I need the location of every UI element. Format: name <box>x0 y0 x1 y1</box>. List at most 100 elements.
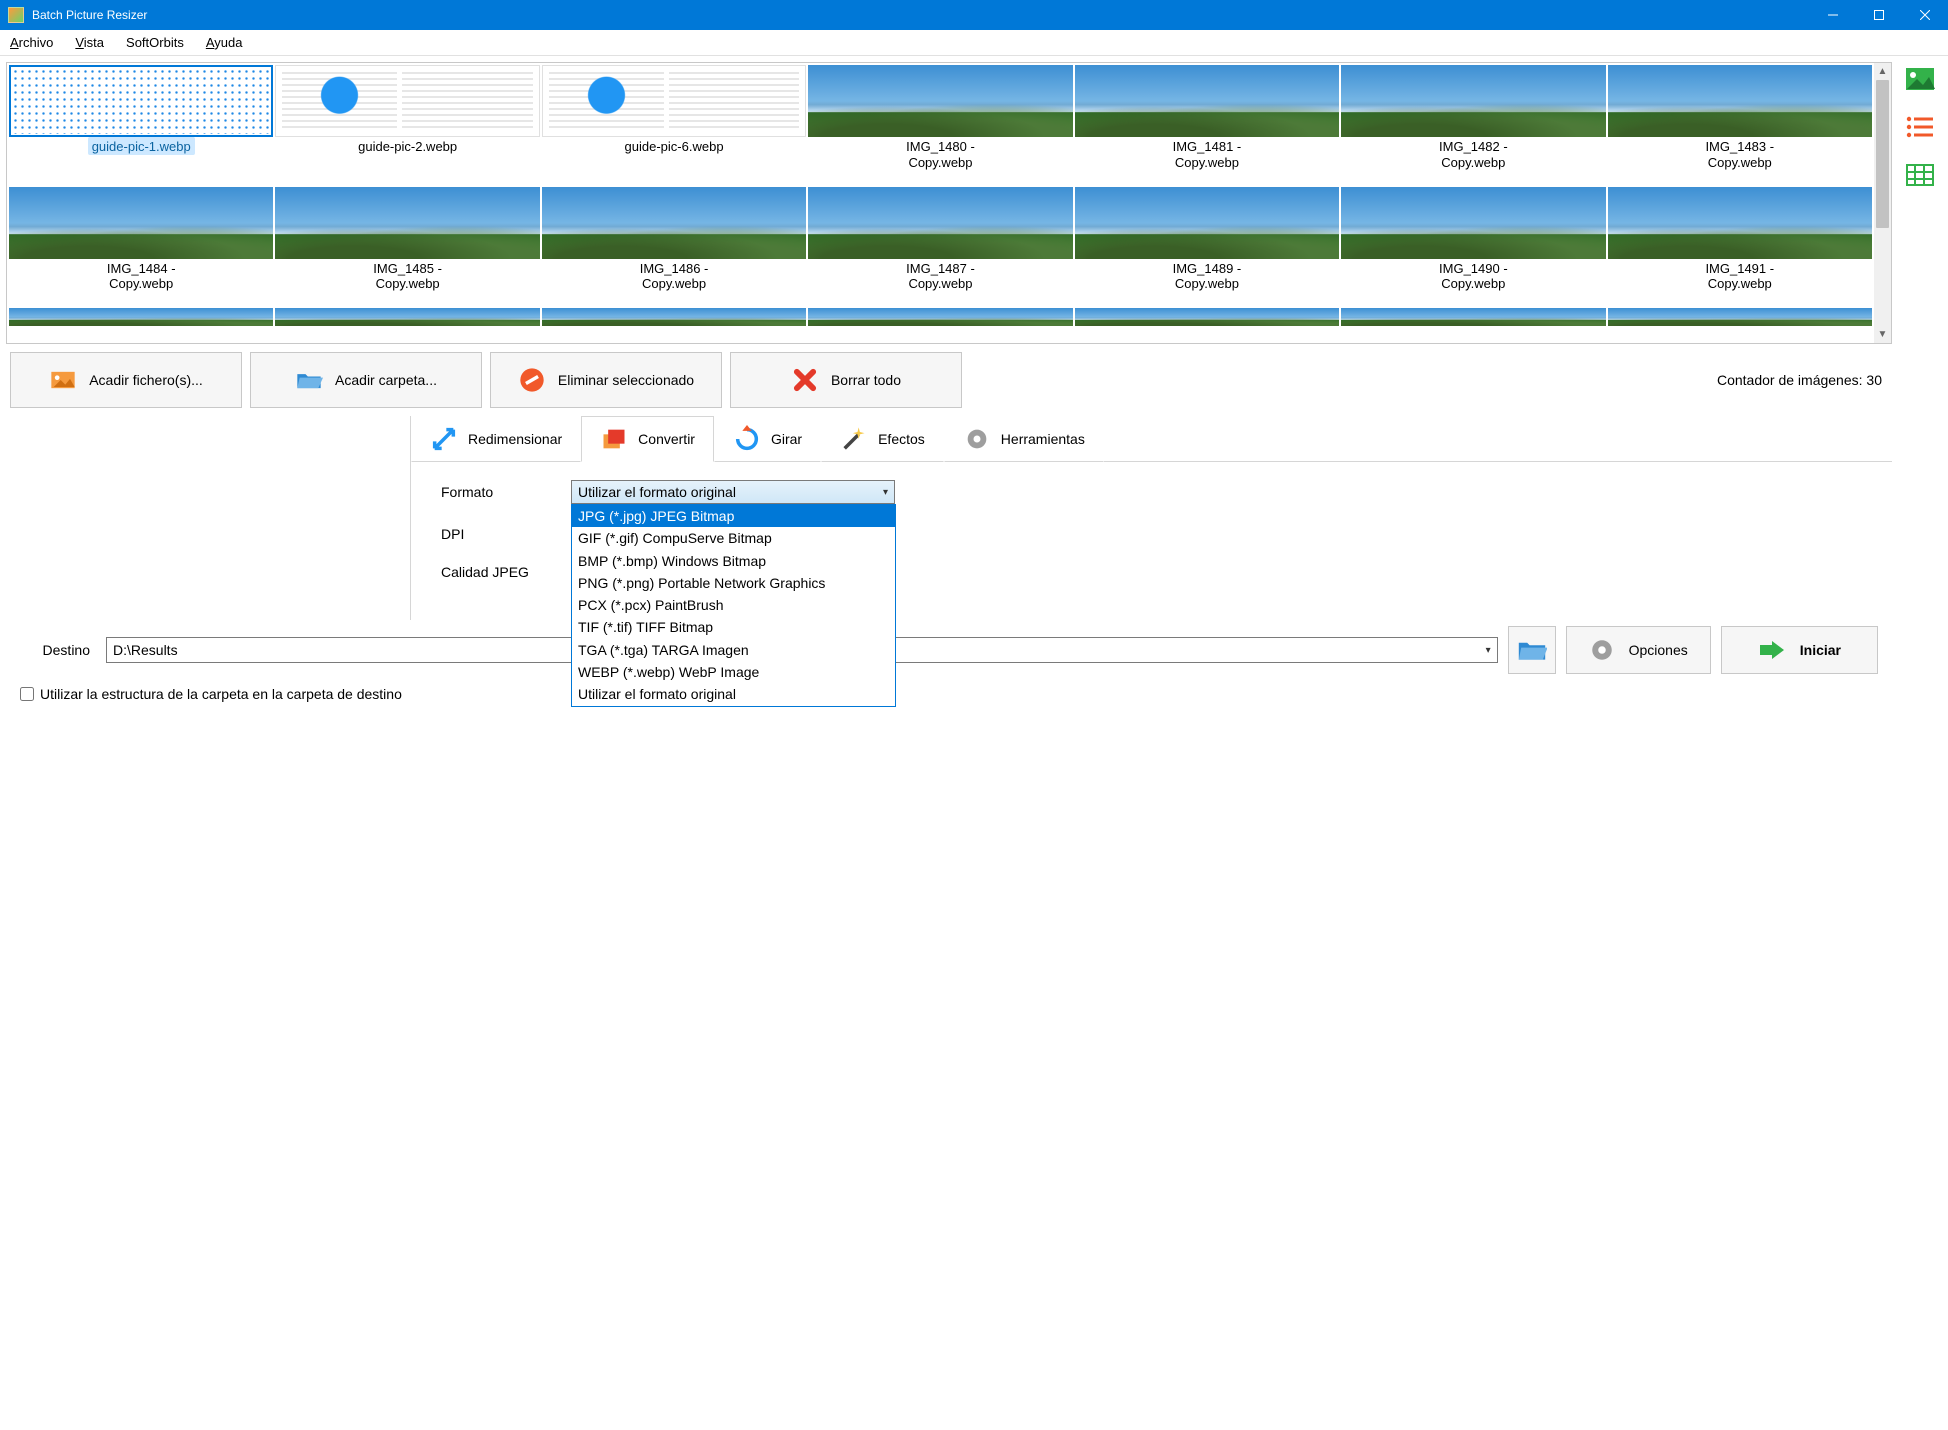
thumbnail-item[interactable] <box>9 308 273 341</box>
start-arrow-icon <box>1758 639 1786 661</box>
start-button[interactable]: Iniciar <box>1721 626 1878 674</box>
destination-value: D:\Results <box>113 642 178 658</box>
close-button[interactable] <box>1902 0 1948 30</box>
thumbnail-image <box>542 308 806 326</box>
thumbnail-image <box>275 308 539 326</box>
format-option[interactable]: GIF (*.gif) CompuServe Bitmap <box>572 527 895 549</box>
thumbnail-caption: IMG_1487 - Copy.webp <box>902 259 979 292</box>
browse-folder-button[interactable] <box>1508 626 1556 674</box>
thumbnail-item[interactable]: IMG_1485 - Copy.webp <box>275 187 539 307</box>
thumbnail-image <box>808 308 1072 326</box>
btn-label: Eliminar seleccionado <box>558 372 694 388</box>
format-dropdown[interactable]: JPG (*.jpg) JPEG BitmapGIF (*.gif) Compu… <box>571 504 896 707</box>
tab-convert[interactable]: Convertir <box>581 416 714 462</box>
view-mode-column <box>1892 56 1948 718</box>
thumbnail-item[interactable] <box>1341 308 1605 341</box>
thumbnail-image <box>542 187 806 259</box>
tab-resize[interactable]: Redimensionar <box>411 416 581 462</box>
thumbnail-item[interactable]: IMG_1487 - Copy.webp <box>808 187 1072 307</box>
tab-tools[interactable]: Herramientas <box>944 416 1104 462</box>
list-icon <box>1906 116 1934 138</box>
format-option[interactable]: TIF (*.tif) TIFF Bitmap <box>572 616 895 638</box>
thumbnail-caption: IMG_1485 - Copy.webp <box>369 259 446 292</box>
convert-panel: Formato Utilizar el formato original ▾ J… <box>411 462 1892 620</box>
image-counter: Contador de imágenes: 30 <box>1717 372 1888 388</box>
chevron-down-icon: ▾ <box>1486 645 1491 656</box>
view-grid-button[interactable] <box>1903 162 1937 188</box>
format-option[interactable]: BMP (*.bmp) Windows Bitmap <box>572 550 895 572</box>
thumbnail-item[interactable]: IMG_1486 - Copy.webp <box>542 187 806 307</box>
scroll-down-button[interactable]: ▼ <box>1874 326 1891 343</box>
convert-icon <box>600 425 628 453</box>
grid-icon <box>1906 164 1934 186</box>
thumbnail-caption: IMG_1491 - Copy.webp <box>1701 259 1778 292</box>
scroll-thumb[interactable] <box>1876 80 1889 228</box>
format-option[interactable]: TGA (*.tga) TARGA Imagen <box>572 639 895 661</box>
thumbnail-item[interactable]: guide-pic-2.webp <box>275 65 539 185</box>
btn-label: Borrar todo <box>831 372 901 388</box>
thumbnail-image <box>9 187 273 259</box>
thumbnail-panel: guide-pic-1.webpguide-pic-2.webpguide-pi… <box>6 62 1892 344</box>
menu-softorbits[interactable]: SoftOrbits <box>122 33 188 52</box>
format-option[interactable]: Utilizar el formato original <box>572 683 895 705</box>
thumbnail-image <box>1341 65 1605 137</box>
btn-label: Acadir carpeta... <box>335 372 437 388</box>
add-files-button[interactable]: Acadir fichero(s)... <box>10 352 242 408</box>
delete-selected-button[interactable]: Eliminar seleccionado <box>490 352 722 408</box>
thumbnail-grid[interactable]: guide-pic-1.webpguide-pic-2.webpguide-pi… <box>7 63 1874 343</box>
use-folder-structure-checkbox[interactable] <box>20 687 34 701</box>
menu-archivo[interactable]: Archivo <box>6 33 57 52</box>
thumbnail-item[interactable]: IMG_1480 - Copy.webp <box>808 65 1072 185</box>
gear-icon <box>963 425 991 453</box>
thumbnail-image <box>1608 308 1872 326</box>
maximize-button[interactable] <box>1856 0 1902 30</box>
format-option[interactable]: WEBP (*.webp) WebP Image <box>572 661 895 683</box>
btn-label: Acadir fichero(s)... <box>89 372 203 388</box>
thumbnail-image <box>1608 187 1872 259</box>
format-combobox[interactable]: Utilizar el formato original ▾ JPG (*.jp… <box>571 480 895 504</box>
format-option[interactable]: PCX (*.pcx) PaintBrush <box>572 594 895 616</box>
label-dpi: DPI <box>441 526 571 542</box>
clear-all-button[interactable]: Borrar todo <box>730 352 962 408</box>
thumbnail-item[interactable]: guide-pic-6.webp <box>542 65 806 185</box>
format-option[interactable]: JPG (*.jpg) JPEG Bitmap <box>572 505 895 527</box>
minimize-icon <box>1828 10 1838 20</box>
chevron-down-icon: ▾ <box>883 487 888 498</box>
thumbnail-item[interactable] <box>275 308 539 341</box>
thumbnail-item[interactable]: IMG_1491 - Copy.webp <box>1608 187 1872 307</box>
titlebar: Batch Picture Resizer <box>0 0 1948 30</box>
view-thumbnails-button[interactable] <box>1903 66 1937 92</box>
thumbnail-item[interactable]: IMG_1483 - Copy.webp <box>1608 65 1872 185</box>
thumbnail-image <box>808 187 1072 259</box>
tab-effects[interactable]: Efectos <box>821 416 944 462</box>
thumbnail-item[interactable]: IMG_1484 - Copy.webp <box>9 187 273 307</box>
minimize-button[interactable] <box>1810 0 1856 30</box>
thumbnail-item[interactable]: IMG_1482 - Copy.webp <box>1341 65 1605 185</box>
format-option[interactable]: PNG (*.png) Portable Network Graphics <box>572 572 895 594</box>
thumbnail-image <box>1608 65 1872 137</box>
thumbnail-scrollbar[interactable]: ▲ ▼ <box>1874 63 1891 343</box>
folder-open-icon <box>1517 638 1547 662</box>
tab-rotate[interactable]: Girar <box>714 416 821 462</box>
thumbnail-item[interactable] <box>1075 308 1339 341</box>
menu-vista[interactable]: Vista <box>71 33 108 52</box>
options-button[interactable]: Opciones <box>1566 626 1711 674</box>
menu-ayuda[interactable]: Ayuda <box>202 33 247 52</box>
thumbnail-item[interactable]: guide-pic-1.webp <box>9 65 273 185</box>
clear-icon <box>791 366 819 394</box>
bottom-bar: Destino D:\Results ▾ Opciones In <box>6 620 1892 680</box>
thumbnail-item[interactable]: IMG_1490 - Copy.webp <box>1341 187 1605 307</box>
rotate-icon <box>733 425 761 453</box>
thumbnail-item[interactable]: IMG_1481 - Copy.webp <box>1075 65 1339 185</box>
thumbnail-item[interactable]: IMG_1489 - Copy.webp <box>1075 187 1339 307</box>
thumbnail-image <box>1075 308 1339 326</box>
thumbnail-caption: IMG_1484 - Copy.webp <box>103 259 180 292</box>
thumbnail-item[interactable] <box>808 308 1072 341</box>
thumbnail-caption: IMG_1486 - Copy.webp <box>636 259 713 292</box>
thumbnail-item[interactable] <box>1608 308 1872 341</box>
thumbnail-item[interactable] <box>542 308 806 341</box>
view-list-button[interactable] <box>1903 114 1937 140</box>
image-icon <box>49 366 77 394</box>
add-folder-button[interactable]: Acadir carpeta... <box>250 352 482 408</box>
scroll-up-button[interactable]: ▲ <box>1874 63 1891 80</box>
